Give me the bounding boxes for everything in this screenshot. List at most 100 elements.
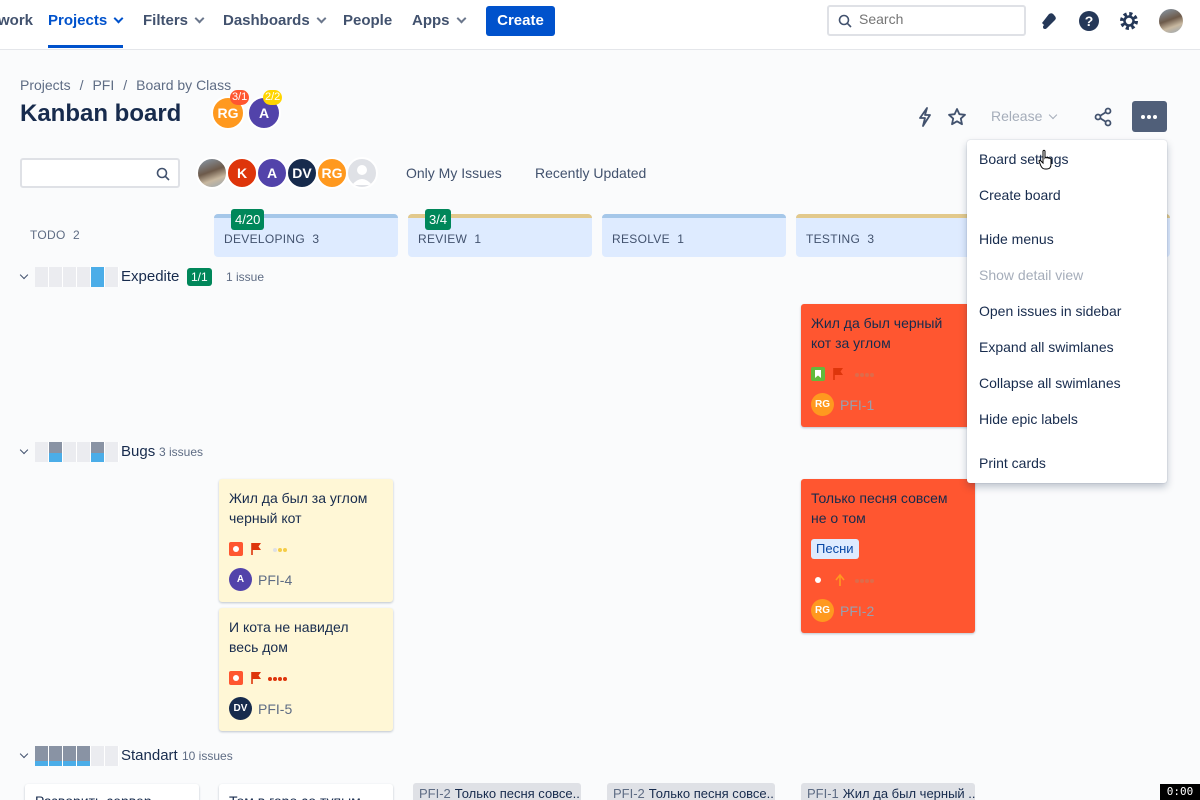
nav-item-projects[interactable]: Projects — [48, 0, 124, 48]
more-actions-button[interactable] — [1132, 101, 1167, 132]
column-resolve-header[interactable]: RESOLVE 1 — [602, 214, 786, 257]
recently-updated-filter[interactable]: Recently Updated — [535, 165, 646, 181]
swimlane-expedite-name[interactable]: Expedite — [121, 268, 179, 285]
recording-timer: 0:00 — [1160, 784, 1200, 800]
nav-label: work — [0, 12, 34, 29]
settings-gear-icon[interactable] — [1118, 10, 1140, 32]
star-icon[interactable] — [947, 107, 967, 127]
swimlane-progress-bar — [35, 442, 119, 462]
column-name: RESOLVE — [612, 232, 670, 246]
swimlane-standart-name[interactable]: Standart — [121, 747, 178, 764]
unassigned-avatar[interactable] — [346, 157, 378, 189]
card-summary: Жил да был за углом черный кот — [229, 490, 368, 526]
create-button[interactable]: Create — [486, 6, 555, 36]
card-summary: Разворить сервер — [35, 791, 185, 800]
column-stripe — [602, 214, 786, 218]
menu-item-print-cards[interactable]: Print cards — [979, 455, 1046, 471]
column-review-header[interactable]: 3/4 REVIEW 1 — [408, 209, 592, 257]
issue-card-pfi-1[interactable]: Жил да был черный кот за углом RG PFI-1 — [801, 304, 975, 427]
swimlane-bugs-name[interactable]: Bugs — [121, 443, 155, 460]
column-name: TESTING — [806, 232, 861, 246]
column-name: REVIEW — [418, 232, 468, 246]
nav-item-filters[interactable]: Filters — [143, 0, 205, 48]
column-label: DEVELOPING 3 — [224, 232, 319, 246]
notifications-icon[interactable] — [1038, 10, 1060, 32]
search-field[interactable] — [827, 5, 1026, 36]
swimlane-issue-count: 10 issues — [182, 749, 233, 763]
column-count: 3 — [312, 232, 320, 246]
issue-card[interactable]: Том в горо со тупым — [219, 784, 393, 800]
search-input[interactable] — [859, 11, 1019, 27]
menu-item-hide-epic-labels[interactable]: Hide epic labels — [979, 411, 1078, 427]
collapsed-card[interactable]: PFI-1 Жил да был черный ... — [801, 783, 975, 800]
swimlane-issue-count: 3 issues — [159, 445, 204, 459]
nav-item-people[interactable]: People — [343, 0, 392, 48]
collapsed-card[interactable]: PFI-2 Только песня совсе... — [607, 783, 775, 800]
more-dot-icon — [1153, 115, 1157, 119]
wip-limit-badge: 3/4 — [425, 209, 452, 230]
hand-cursor-icon — [1038, 149, 1052, 170]
menu-item-collapse-all[interactable]: Collapse all swimlanes — [979, 375, 1121, 391]
release-button[interactable]: Release — [991, 108, 1058, 124]
help-icon[interactable]: ? — [1078, 10, 1100, 32]
user-silhouette-icon — [352, 165, 372, 185]
card-summary: И кота не навидел весь дом — [229, 619, 349, 655]
collapse-chevron-icon[interactable] — [19, 445, 29, 455]
issue-key[interactable]: PFI-5 — [258, 701, 292, 717]
issue-key[interactable]: PFI-1 — [840, 397, 874, 413]
breadcrumb: Projects / PFI / Board by Class — [20, 77, 232, 93]
card-meta-icons — [229, 542, 287, 556]
menu-item-hide-menus[interactable]: Hide menus — [979, 231, 1054, 247]
breadcrumb-project[interactable]: PFI — [92, 77, 114, 93]
issue-label: Песни — [811, 539, 859, 559]
nav-item-your-work[interactable]: work — [0, 0, 33, 48]
nav-item-apps[interactable]: Apps — [412, 0, 466, 48]
share-icon[interactable] — [1093, 107, 1113, 127]
issue-card-pfi-5[interactable]: И кота не навидел весь дом DV PFI-5 — [219, 608, 393, 731]
issue-key: PFI-1 — [807, 786, 839, 800]
filter-avatar-photo[interactable] — [196, 157, 228, 189]
only-my-issues-filter[interactable]: Only My Issues — [406, 165, 502, 181]
search-icon — [156, 167, 170, 181]
column-label: TESTING 3 — [806, 232, 874, 246]
breadcrumb-board[interactable]: Board by Class — [136, 77, 231, 93]
column-developing-header[interactable]: 4/20 DEVELOPING 3 — [214, 209, 398, 257]
menu-item-create-board[interactable]: Create board — [979, 187, 1061, 203]
collapsed-card[interactable]: PFI-2 Только песня совсе... — [413, 783, 581, 800]
filter-avatar[interactable]: K — [226, 157, 258, 189]
assignee-avatar: A — [229, 568, 252, 591]
svg-text:?: ? — [1085, 13, 1094, 29]
chevron-down-icon — [1049, 110, 1058, 120]
menu-item-board-settings[interactable]: Board settings — [979, 151, 1069, 167]
filter-avatar[interactable]: A — [256, 157, 288, 189]
issue-key[interactable]: PFI-2 — [840, 603, 874, 619]
chevron-down-icon — [316, 13, 327, 24]
nav-label: Projects — [48, 12, 108, 29]
issue-card-pfi-2[interactable]: Только песня совсем не о том Песни RG PF… — [801, 479, 975, 633]
nav-item-dashboards[interactable]: Dashboards — [223, 0, 327, 48]
menu-item-open-in-sidebar[interactable]: Open issues in sidebar — [979, 303, 1121, 319]
lightning-icon[interactable] — [915, 107, 935, 127]
filter-avatar[interactable]: RG — [316, 157, 348, 189]
board-search-input[interactable] — [20, 158, 180, 188]
breadcrumb-projects[interactable]: Projects — [20, 77, 71, 93]
assignee-avatar: DV — [229, 697, 252, 720]
issue-key[interactable]: PFI-4 — [258, 572, 292, 588]
issue-card[interactable]: Разворить сервер — [25, 784, 199, 800]
more-dot-icon — [1141, 115, 1145, 119]
collapse-chevron-icon[interactable] — [19, 749, 29, 759]
top-navigation: work Projects Filters Dashboards People … — [0, 0, 1200, 50]
column-name: DEVELOPING — [224, 232, 306, 246]
column-count: 1 — [474, 232, 482, 246]
release-label: Release — [991, 108, 1043, 124]
card-summary: Жил да был черный кот за углом — [811, 315, 943, 351]
issue-card-pfi-4[interactable]: Жил да был за углом черный кот A PFI-4 — [219, 479, 393, 602]
column-todo-header[interactable]: TODO 2 — [30, 228, 80, 242]
user-profile-avatar[interactable] — [1159, 9, 1183, 33]
menu-item-expand-all[interactable]: Expand all swimlanes — [979, 339, 1114, 355]
collapse-chevron-icon[interactable] — [19, 270, 29, 280]
card-summary: Только песня совсе... — [454, 786, 581, 800]
swimlane-progress-bar — [35, 267, 119, 287]
assignee-avatar: RG — [811, 599, 834, 622]
filter-avatar[interactable]: DV — [286, 157, 318, 189]
